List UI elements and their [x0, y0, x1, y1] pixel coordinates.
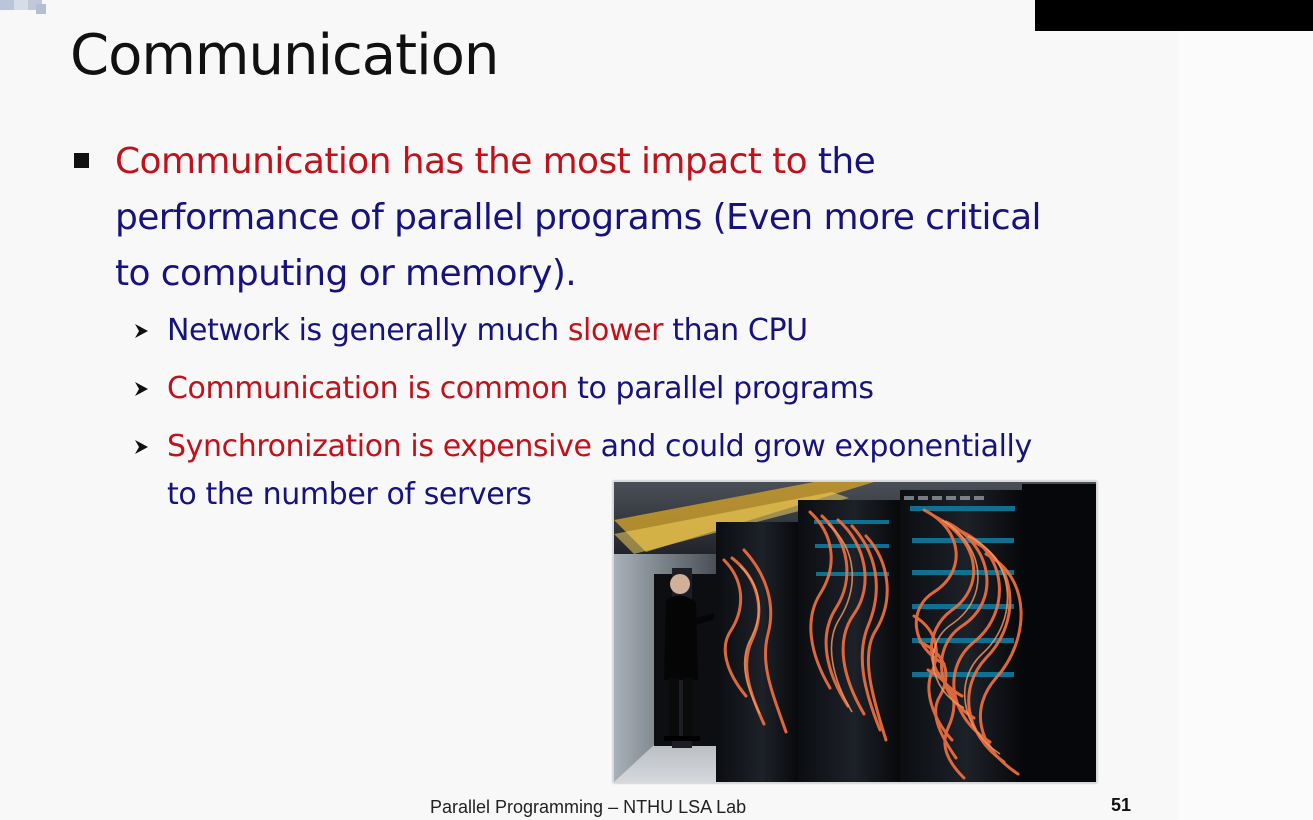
top-black-box — [1035, 0, 1313, 31]
presentation-slide: Communication Communication has the most… — [0, 0, 1313, 820]
main-bullet-line: performance of parallel programs (Even m… — [115, 190, 1165, 246]
bullet-text-segment: than CPU — [663, 313, 808, 348]
bullet-text-segment: the — [807, 141, 876, 182]
bullet-text-segment: Synchronization is expensive — [167, 429, 592, 464]
main-bullet-line: Communication has the most impact to the — [115, 134, 1165, 190]
footer-course-label: Parallel Programming – NTHU LSA Lab — [430, 797, 747, 817]
right-margin-band — [1178, 0, 1313, 820]
square-bullet-icon — [74, 153, 89, 168]
arrow-bullet-icon — [135, 324, 148, 338]
bullet-text-segment: Communication has the most impact to — [115, 141, 808, 182]
bullet-text-segment: and could grow exponentially — [591, 429, 1033, 464]
main-bullet-text: Communication has the most impact to the… — [115, 134, 1165, 302]
arrow-bullet-icon — [135, 440, 148, 454]
bullet-text-segment: slower — [567, 313, 664, 348]
server-room-photo — [613, 481, 1097, 783]
bullet-text-segment: performance of parallel programs (Even m… — [115, 197, 1042, 238]
bullet-text-segment: to parallel programs — [567, 371, 874, 406]
arrow-bullet-icon — [135, 382, 148, 396]
slide-corner-decoration-icon — [0, 0, 54, 18]
bullet-text-segment: to computing or memory). — [115, 253, 577, 294]
sub-bullet-item: Communication is common to parallel prog… — [134, 365, 1174, 413]
main-bullet-line: to computing or memory). — [115, 246, 1165, 302]
sub-bullet-line: Communication is common to parallel prog… — [167, 365, 1174, 413]
bullet-text-segment: Network is generally much — [167, 313, 568, 348]
page-number: 51 — [1110, 795, 1131, 815]
server-room-illustration — [614, 482, 1096, 782]
sub-bullet-item: Network is generally much slower than CP… — [134, 307, 1174, 355]
bullet-text-segment: to the number of servers — [167, 477, 532, 512]
sub-bullet-line: Synchronization is expensive and could g… — [167, 423, 1174, 471]
page-title: Communication — [70, 23, 499, 88]
bullet-text-segment: Communication is common — [167, 371, 568, 406]
sub-bullet-line: Network is generally much slower than CP… — [167, 307, 1174, 355]
